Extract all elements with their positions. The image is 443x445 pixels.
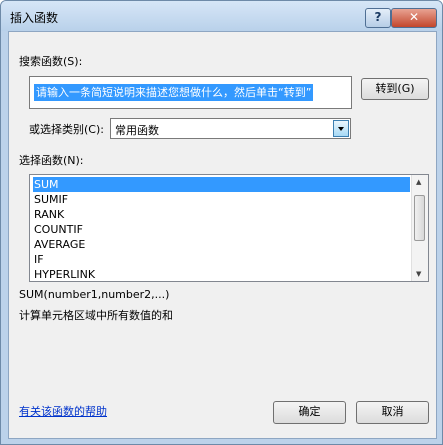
- cancel-button[interactable]: 取消: [356, 401, 429, 424]
- dropdown-arrow-button[interactable]: [333, 120, 349, 137]
- category-value: 常用函数: [115, 124, 159, 137]
- ok-button[interactable]: 确定: [273, 401, 346, 424]
- list-scrollbar[interactable]: ▲ ▼: [411, 175, 428, 281]
- function-syntax: SUM(number1,number2,...): [19, 288, 170, 301]
- list-item[interactable]: COUNTIF: [33, 222, 410, 237]
- question-icon: ?: [374, 10, 382, 24]
- search-input[interactable]: 请输入一条简短说明来描述您想做什么，然后单击“转到”: [29, 76, 352, 109]
- scroll-down-icon[interactable]: ▼: [416, 270, 421, 278]
- dialog-body: 搜索函数(S): 请输入一条简短说明来描述您想做什么，然后单击“转到” 转到(G…: [8, 31, 437, 439]
- dialog-title: 插入函数: [10, 11, 59, 25]
- ok-button-label: 确定: [298, 405, 321, 418]
- close-icon: ✕: [408, 10, 420, 24]
- chevron-down-icon: [338, 127, 344, 131]
- function-help-link[interactable]: 有关该函数的帮助: [19, 403, 107, 419]
- list-item[interactable]: IF: [33, 252, 410, 267]
- go-button-label: 转到(G): [375, 82, 415, 95]
- insert-function-dialog: 插入函数 ? ✕ 搜索函数(S): 请输入一条简短说明来描述您想做什么，然后单击…: [0, 0, 443, 445]
- list-item[interactable]: HYPERLINK: [33, 267, 410, 281]
- list-item[interactable]: AVERAGE: [33, 237, 410, 252]
- scrollbar-thumb[interactable]: [414, 195, 425, 241]
- search-label: 搜索函数(S):: [19, 55, 83, 68]
- help-button[interactable]: ?: [365, 8, 391, 28]
- scroll-up-icon[interactable]: ▲: [416, 178, 421, 186]
- function-description: 计算单元格区域中所有数值的和: [19, 309, 173, 322]
- list-item[interactable]: SUM: [33, 177, 410, 192]
- close-button[interactable]: ✕: [391, 8, 437, 28]
- function-list-label: 选择函数(N):: [19, 154, 84, 167]
- cancel-button-label: 取消: [381, 405, 404, 418]
- search-input-text: 请输入一条简短说明来描述您想做什么，然后单击“转到”: [34, 84, 314, 101]
- function-list[interactable]: SUM SUMIF RANK COUNTIF AVERAGE IF HYPERL…: [29, 174, 429, 282]
- list-item[interactable]: SUMIF: [33, 192, 410, 207]
- category-select[interactable]: 常用函数: [110, 118, 351, 139]
- go-button[interactable]: 转到(G): [361, 78, 429, 100]
- list-item[interactable]: RANK: [33, 207, 410, 222]
- title-bar[interactable]: 插入函数 ? ✕: [1, 1, 442, 31]
- category-label: 或选择类别(C):: [29, 123, 104, 136]
